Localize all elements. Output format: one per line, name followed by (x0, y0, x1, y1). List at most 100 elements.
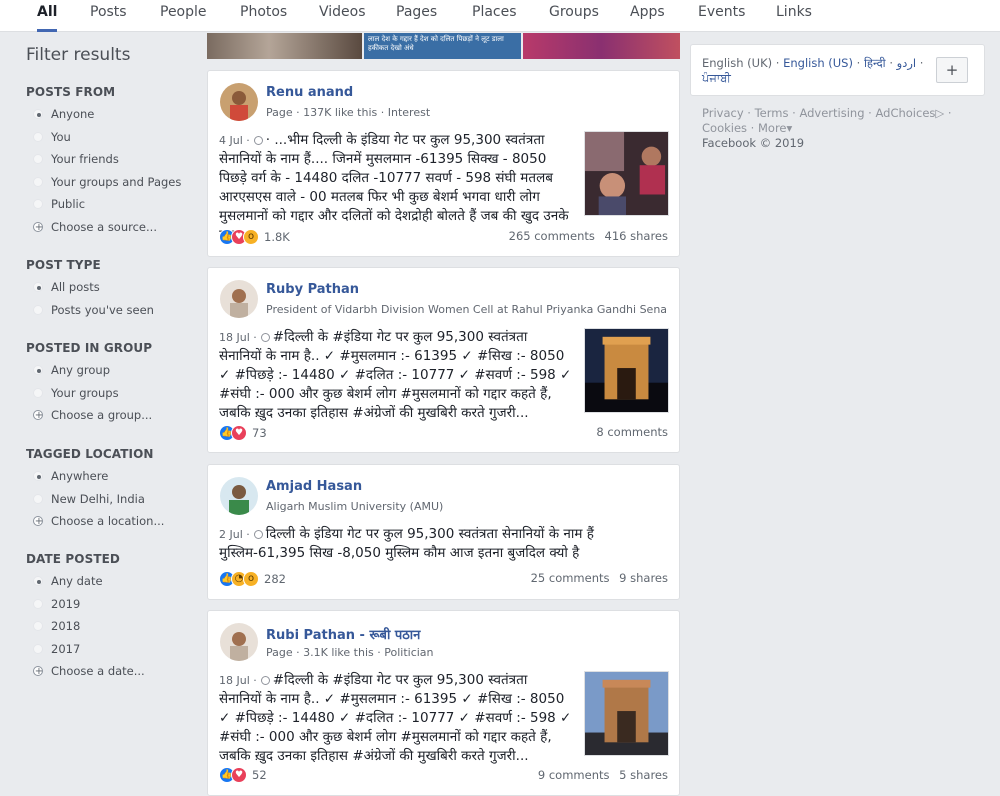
tab-events[interactable]: Events (698, 0, 745, 31)
choose-source-link[interactable]: Choose a source... (26, 216, 196, 239)
reactions-summary[interactable]: 👍 ♥ 73 (219, 424, 267, 442)
filter-option-your-groups-pages[interactable]: Your groups and Pages (26, 171, 196, 194)
comments-link[interactable]: 25 comments (531, 571, 610, 585)
filter-option-label: You (51, 129, 71, 144)
post-date[interactable]: 18 Jul · (219, 674, 257, 687)
post-author-meta: Page · 137K like this · Interest (266, 106, 431, 119)
avatar[interactable] (220, 280, 258, 318)
post-image[interactable] (584, 131, 669, 216)
choose-date-link[interactable]: Choose a date... (26, 660, 196, 683)
plus-circle-icon (33, 405, 44, 427)
filter-option-posts-seen[interactable]: Posts you've seen (26, 299, 196, 322)
filter-option-your-groups[interactable]: Your groups (26, 382, 196, 405)
search-tabs-bar: All Posts People Photos Videos Pages Pla… (0, 0, 1000, 32)
advertising-link[interactable]: Advertising (799, 106, 864, 120)
post-date[interactable]: 2 Jul · (219, 528, 250, 541)
language-list: English (UK) · English (US) · हिन्दी · ا… (702, 56, 923, 71)
language-english-us[interactable]: English (US) (783, 56, 853, 70)
filter-heading: POSTS FROM (26, 85, 116, 99)
post-card: Rubi Pathan - रूबी पठान Page · 3.1K like… (207, 610, 680, 796)
filter-option-label: Your groups and Pages (51, 174, 182, 189)
filter-option-label: New Delhi, India (51, 491, 145, 506)
filter-option-label: Posts you've seen (51, 302, 154, 317)
radio-icon (33, 598, 43, 609)
more-label: More (758, 121, 787, 135)
language-hindi[interactable]: हिन्दी (864, 56, 886, 70)
post-card: Ruby Pathan President of Vidarbh Divisio… (207, 267, 680, 453)
filter-option-all-posts[interactable]: All posts (26, 276, 196, 299)
choose-group-link[interactable]: Choose a group... (26, 404, 196, 427)
filter-option-2019[interactable]: 2019 (26, 593, 196, 616)
avatar[interactable] (220, 477, 258, 515)
adchoices-icon: ▷ (935, 106, 945, 120)
language-box: English (UK) · English (US) · हिन्दी · ا… (690, 44, 985, 96)
filter-option-you[interactable]: You (26, 126, 196, 149)
shares-link[interactable]: 416 shares (605, 229, 668, 243)
choose-location-link[interactable]: Choose a location... (26, 510, 196, 533)
radio-icon (33, 304, 43, 315)
post-text[interactable]: 2 Jul · दिल्ली के इंडिया गेट पर कुल 95,30… (219, 525, 669, 563)
post-date[interactable]: 4 Jul · (219, 134, 250, 147)
post-text[interactable]: 18 Jul · #दिल्ली के #इंडिया गेट पर कुल 95… (219, 671, 574, 766)
tab-links[interactable]: Links (776, 0, 812, 31)
comments-link[interactable]: 265 comments (509, 229, 595, 243)
post-text[interactable]: 18 Jul · #दिल्ली के #इंडिया गेट पर कुल 95… (219, 328, 574, 423)
tab-people[interactable]: People (160, 0, 207, 31)
tab-photos[interactable]: Photos (240, 0, 287, 31)
filter-option-anyone[interactable]: Anyone (26, 103, 196, 126)
language-urdu[interactable]: اردو (897, 56, 916, 70)
comments-link[interactable]: 8 comments (596, 425, 668, 439)
tab-pages[interactable]: Pages (396, 0, 437, 31)
tab-all[interactable]: All (37, 0, 58, 32)
post-date[interactable]: 18 Jul · (219, 331, 257, 344)
privacy-link[interactable]: Privacy (702, 106, 744, 120)
plus-circle-icon (33, 661, 44, 683)
filter-option-any-date[interactable]: Any date (26, 570, 196, 593)
filter-option-label: Choose a location... (51, 514, 165, 528)
reactions-summary[interactable]: 👍 ♥ o 1.8K (219, 228, 290, 246)
radio-selected-icon (33, 471, 43, 481)
tab-places[interactable]: Places (472, 0, 517, 31)
post-author-name[interactable]: Rubi Pathan - रूबी पठान (266, 625, 420, 643)
filter-results-title: Filter results (26, 45, 131, 65)
avatar[interactable] (220, 623, 258, 661)
tab-apps[interactable]: Apps (630, 0, 665, 31)
tab-groups[interactable]: Groups (549, 0, 599, 31)
more-link[interactable]: More▾ (758, 121, 792, 135)
language-punjabi[interactable]: ਪੰਜਾਬੀ (702, 71, 731, 85)
tab-videos[interactable]: Videos (319, 0, 366, 31)
add-language-button[interactable]: + (936, 57, 968, 83)
post-image[interactable] (584, 671, 669, 756)
shares-link[interactable]: 9 shares (619, 571, 668, 585)
terms-link[interactable]: Terms (755, 106, 789, 120)
photo-thumbnail[interactable] (523, 33, 680, 59)
post-author-name[interactable]: Renu anand (266, 85, 353, 100)
post-image[interactable] (584, 328, 669, 413)
filter-option-public[interactable]: Public (26, 193, 196, 216)
globe-icon (260, 332, 270, 342)
post-author-name[interactable]: Amjad Hasan (266, 479, 362, 494)
filter-option-any-group[interactable]: Any group (26, 359, 196, 382)
photo-thumbnail[interactable] (207, 33, 362, 59)
filter-option-2017[interactable]: 2017 (26, 638, 196, 661)
cookies-link[interactable]: Cookies (702, 121, 747, 135)
filter-option-your-friends[interactable]: Your friends (26, 148, 196, 171)
tab-posts[interactable]: Posts (90, 0, 127, 31)
photo-thumbnail[interactable]: लाल देश के गद्दार हैं देश को दलित पिछड़ो… (364, 33, 521, 59)
reactions-summary[interactable]: 👍 ♥ 52 (219, 766, 267, 784)
post-stats: 265 comments 416 shares (503, 229, 668, 243)
adchoices-link[interactable]: AdChoices▷ (875, 106, 944, 120)
filter-heading: TAGGED LOCATION (26, 447, 154, 461)
reactions-summary[interactable]: 👍 ◔ o 282 (219, 570, 286, 588)
filter-option-new-delhi[interactable]: New Delhi, India (26, 488, 196, 511)
love-reaction-icon: ♥ (231, 767, 247, 783)
filter-option-label: Your groups (51, 385, 119, 400)
avatar[interactable] (220, 83, 258, 121)
wow-reaction-icon: o (243, 229, 259, 245)
filter-option-2018[interactable]: 2018 (26, 615, 196, 638)
comments-link[interactable]: 9 comments (538, 768, 610, 782)
filter-option-anywhere[interactable]: Anywhere (26, 465, 196, 488)
post-author-name[interactable]: Ruby Pathan (266, 282, 359, 297)
shares-link[interactable]: 5 shares (619, 768, 668, 782)
plus-circle-icon (33, 511, 44, 533)
